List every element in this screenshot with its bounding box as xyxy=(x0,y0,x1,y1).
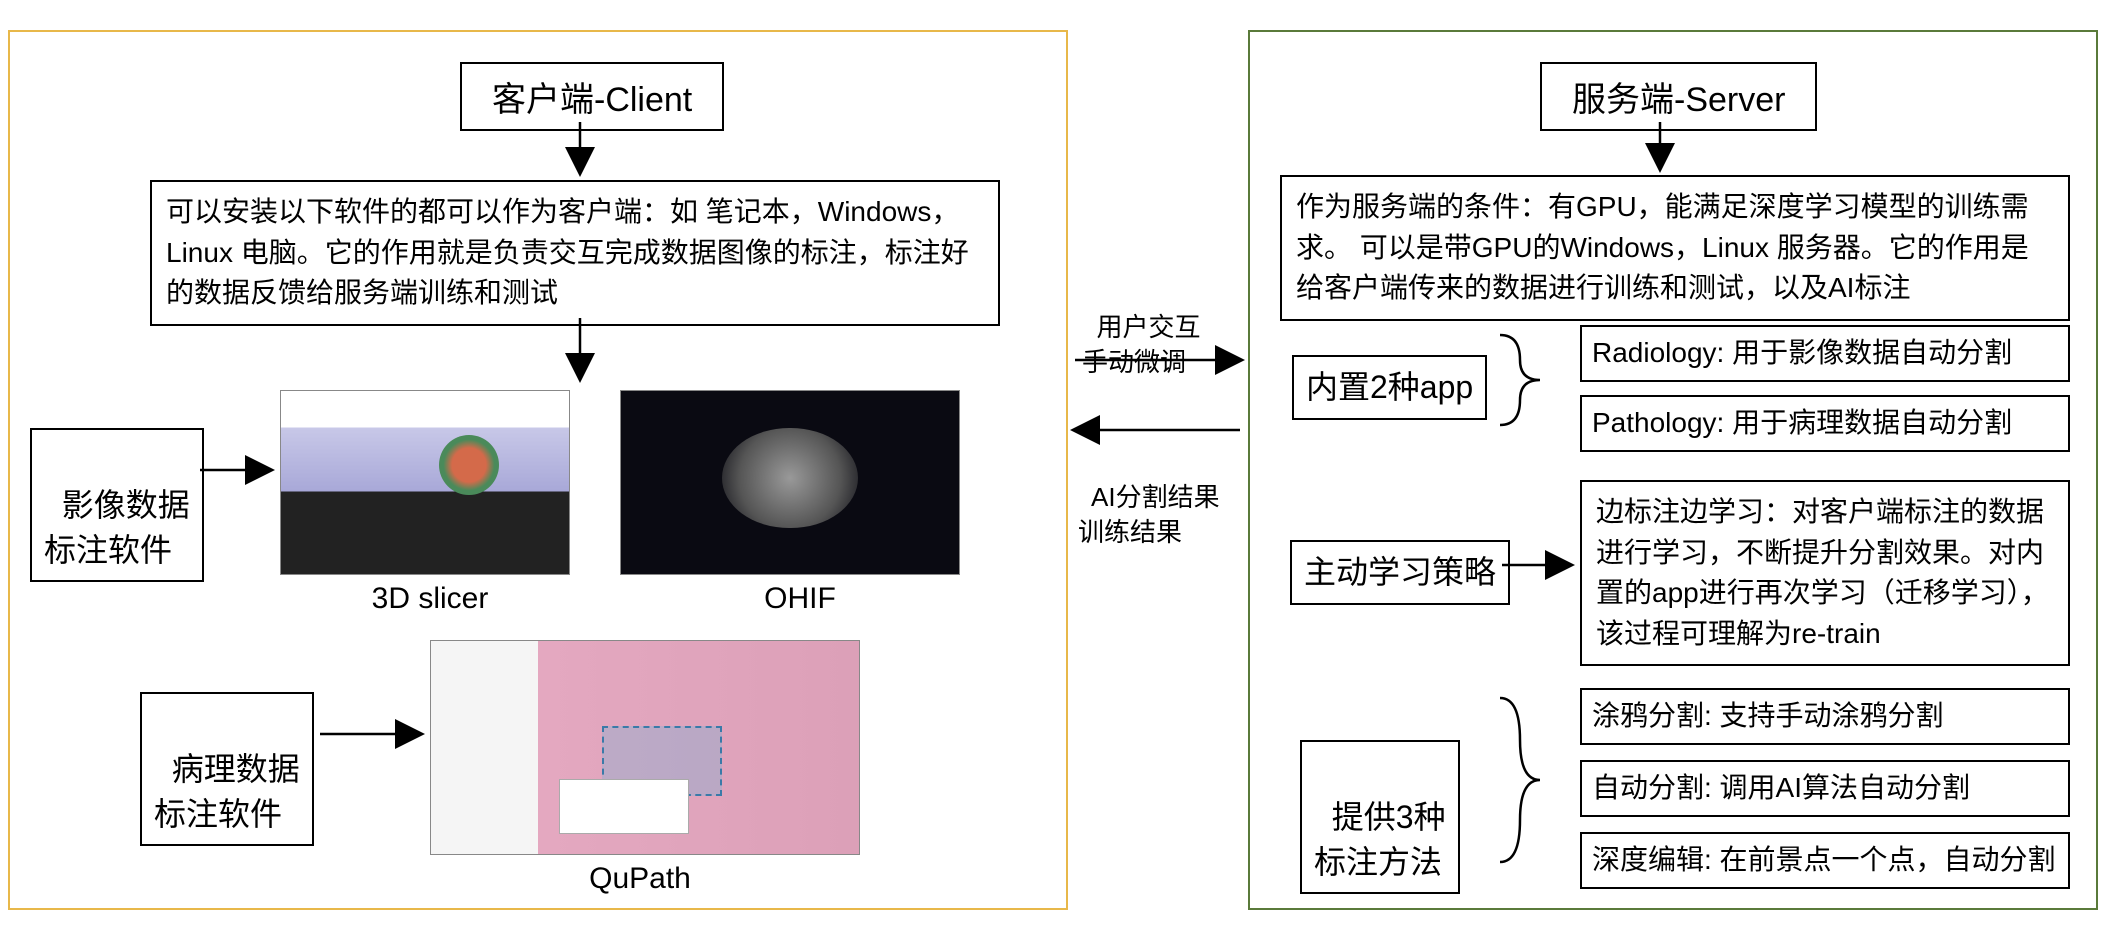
pathology-label-box: 病理数据 标注软件 xyxy=(140,692,314,846)
imaging-label-box: 影像数据 标注软件 xyxy=(30,428,204,582)
qupath-thumb xyxy=(430,640,860,855)
imaging-label: 影像数据 标注软件 xyxy=(44,487,190,568)
server-title-box: 服务端-Server xyxy=(1540,62,1817,131)
active-label: 主动学习策略 xyxy=(1304,554,1496,590)
slicer-thumb xyxy=(280,390,570,575)
client-desc: 可以安装以下软件的都可以作为客户端：如 笔记本，Windows，Linux 电脑… xyxy=(166,196,969,308)
center-top-label-text: 用户交互 手动微调 xyxy=(1082,312,1200,377)
ohif-thumb xyxy=(620,390,960,575)
m2-box: 自动分割: 调用AI算法自动分割 xyxy=(1580,760,2070,817)
client-title: 客户端-Client xyxy=(492,81,692,119)
app2-box: Pathology: 用于病理数据自动分割 xyxy=(1580,395,2070,452)
center-top-label: 用户交互 手动微调 xyxy=(1082,275,1200,380)
app1: Radiology: 用于影像数据自动分割 xyxy=(1592,337,2012,368)
client-title-box: 客户端-Client xyxy=(460,62,724,131)
methods-label-box: 提供3种 标注方法 xyxy=(1300,740,1460,894)
active-desc: 边标注边学习：对客户端标注的数据进行学习，不断提升分割效果。对内置的app进行再… xyxy=(1596,496,2049,649)
server-title: 服务端-Server xyxy=(1572,81,1785,119)
app2: Pathology: 用于病理数据自动分割 xyxy=(1592,407,2012,438)
qupath-caption: QuPath xyxy=(560,862,720,896)
m1: 涂鸦分割: 支持手动涂鸦分割 xyxy=(1592,700,1944,731)
server-desc-box: 作为服务端的条件：有GPU，能满足深度学习模型的训练需求。 可以是带GPU的Wi… xyxy=(1280,175,2070,321)
m3: 深度编辑: 在前景点一个点，自动分割 xyxy=(1592,844,2056,875)
ohif-caption: OHIF xyxy=(740,582,860,616)
qupath-dialog xyxy=(559,779,689,834)
slicer-3d-blob xyxy=(439,435,499,495)
apps-label-box: 内置2种app xyxy=(1292,355,1487,420)
m2: 自动分割: 调用AI算法自动分割 xyxy=(1592,772,1970,803)
slicer-caption: 3D slicer xyxy=(330,582,530,616)
active-label-box: 主动学习策略 xyxy=(1290,540,1510,605)
methods-label: 提供3种 标注方法 xyxy=(1314,799,1446,880)
app1-box: Radiology: 用于影像数据自动分割 xyxy=(1580,325,2070,382)
m1-box: 涂鸦分割: 支持手动涂鸦分割 xyxy=(1580,688,2070,745)
center-bottom-label-text: AI分割结果 训练结果 xyxy=(1078,482,1220,547)
pathology-label: 病理数据 标注软件 xyxy=(154,751,300,832)
m3-box: 深度编辑: 在前景点一个点，自动分割 xyxy=(1580,832,2070,889)
active-desc-box: 边标注边学习：对客户端标注的数据进行学习，不断提升分割效果。对内置的app进行再… xyxy=(1580,480,2070,666)
client-desc-box: 可以安装以下软件的都可以作为客户端：如 笔记本，Windows，Linux 电脑… xyxy=(150,180,1000,326)
apps-label: 内置2种app xyxy=(1306,369,1473,405)
center-bottom-label: AI分割结果 训练结果 xyxy=(1078,445,1220,550)
server-desc: 作为服务端的条件：有GPU，能满足深度学习模型的训练需求。 可以是带GPU的Wi… xyxy=(1296,191,2029,303)
